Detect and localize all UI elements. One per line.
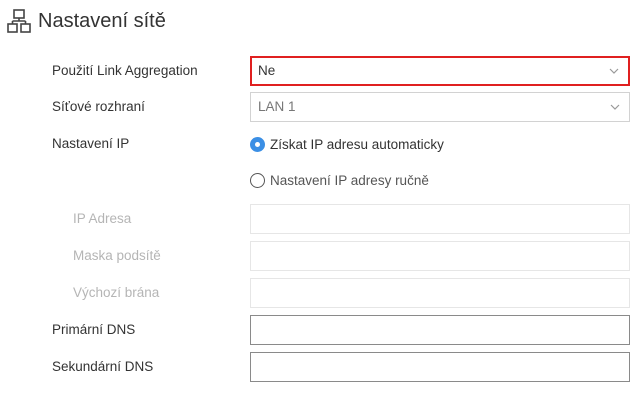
- network-icon: [6, 8, 32, 34]
- radio-selected-icon: [250, 136, 265, 152]
- radio-auto-ip-label: Získat IP adresu automaticky: [270, 136, 444, 152]
- gateway-row: Výchozí brána: [0, 278, 640, 308]
- link-aggregation-label: Použití Link Aggregation: [52, 63, 198, 78]
- ip-settings-label: Nastavení IP: [52, 136, 130, 151]
- subnet-mask-label: Maska podsítě: [73, 248, 161, 263]
- interface-select[interactable]: LAN 1: [250, 92, 630, 122]
- primary-dns-input[interactable]: [250, 315, 630, 345]
- ip-address-label: IP Adresa: [73, 211, 132, 226]
- radio-manual-ip[interactable]: Nastavení IP adresy ručně: [250, 165, 429, 195]
- secondary-dns-row: Sekundární DNS: [0, 352, 640, 382]
- page-title: Nastavení sítě: [38, 9, 166, 32]
- radio-unselected-icon: [250, 172, 265, 188]
- page-header: Nastavení sítě: [6, 8, 166, 34]
- ip-settings-row: Nastavení IP Získat IP adresu automatick…: [0, 129, 640, 159]
- link-aggregation-select[interactable]: Ne: [250, 56, 630, 86]
- chevron-down-icon: [610, 104, 620, 110]
- subnet-mask-row: Maska podsítě: [0, 241, 640, 271]
- chevron-down-icon: [609, 68, 619, 74]
- interface-label: Síťové rozhraní: [52, 99, 145, 114]
- radio-manual-ip-label: Nastavení IP adresy ručně: [270, 172, 429, 188]
- link-aggregation-value: Ne: [258, 63, 276, 78]
- gateway-input[interactable]: [250, 278, 630, 308]
- interface-value: LAN 1: [258, 99, 296, 114]
- ip-manual-row: Nastavení IP adresy ručně: [0, 165, 640, 195]
- ip-address-row: IP Adresa: [0, 204, 640, 234]
- radio-auto-ip[interactable]: Získat IP adresu automaticky: [250, 129, 444, 159]
- link-aggregation-row: Použití Link Aggregation Ne: [0, 56, 640, 86]
- primary-dns-label: Primární DNS: [52, 322, 136, 337]
- primary-dns-row: Primární DNS: [0, 315, 640, 345]
- gateway-label: Výchozí brána: [73, 285, 160, 300]
- subnet-mask-input[interactable]: [250, 241, 630, 271]
- secondary-dns-label: Sekundární DNS: [52, 359, 154, 374]
- secondary-dns-input[interactable]: [250, 352, 630, 382]
- ip-address-input[interactable]: [250, 204, 630, 234]
- interface-row: Síťové rozhraní LAN 1: [0, 92, 640, 122]
